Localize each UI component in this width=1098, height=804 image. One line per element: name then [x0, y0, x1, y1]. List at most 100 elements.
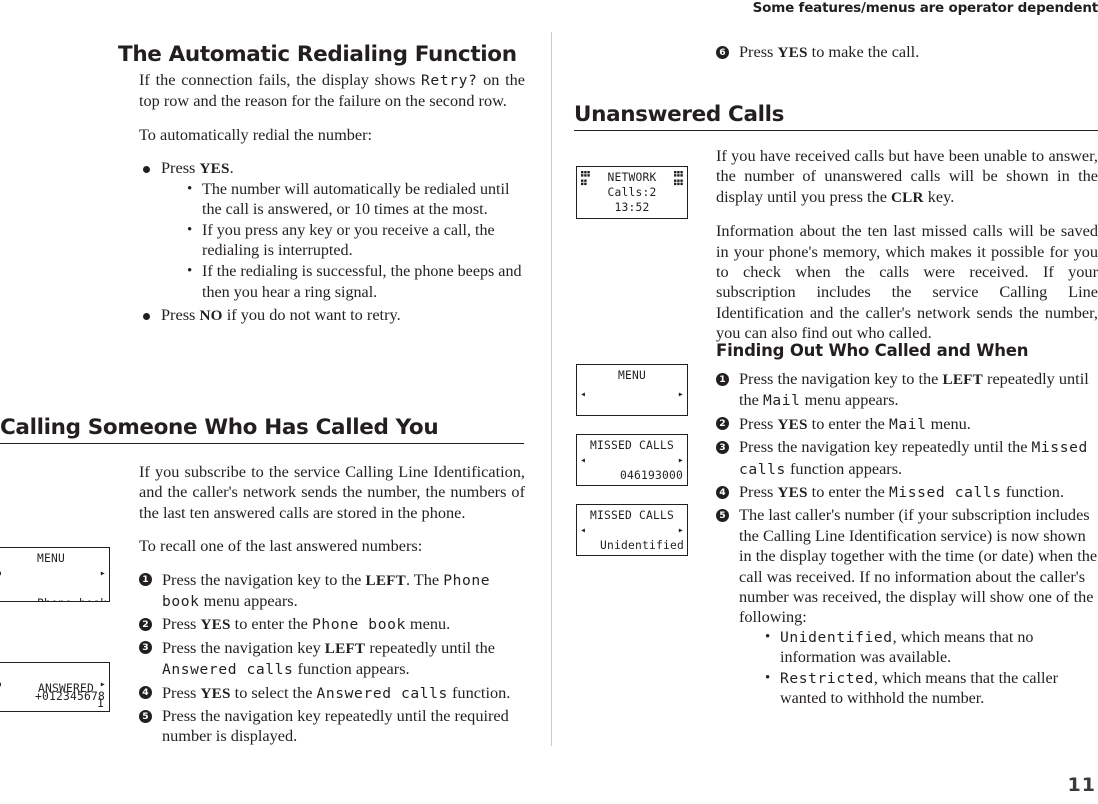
section-calling-someone-heading-wrap: Calling Someone Who Has Called You [0, 416, 524, 444]
numbered-step: 6 Press YES to make the call. [716, 42, 1098, 63]
text-fragment: menu appears. [800, 390, 899, 410]
key-label-clr: CLR [891, 188, 924, 206]
key-label: LEFT [324, 639, 366, 657]
arrow-right-icon: ▸ [677, 524, 684, 536]
text-fragment: Press the navigation key to the [739, 369, 943, 388]
lcd-inline-text: Mail [888, 415, 927, 433]
text-fragment: function. [447, 682, 511, 702]
text-fragment: key. [923, 186, 955, 206]
text-fragment: If the connection fails, the display sho… [139, 70, 422, 89]
key-label: LEFT [942, 371, 983, 388]
step-number-badge: 5 [716, 508, 729, 522]
display-line-text: Phone book [37, 597, 107, 601]
key-label: YES [777, 44, 808, 61]
text-fragment: Press the navigation key [162, 637, 325, 657]
display-arrow-row: ◂ ▸ [0, 680, 109, 690]
text-fragment: menu. [926, 413, 971, 433]
display-missed-calls-time: MISSED CALLS ◂ 13:25 ▸ 046193000 [576, 434, 688, 486]
display-line: Calls:2 [607, 186, 657, 199]
numbered-step: 5 Press the navigation key repeatedly unt… [139, 706, 525, 747]
step-sub-bullets: Unidentified, which means that no inform… [765, 627, 1098, 710]
section-calling-someone-body: If you subscribe to the service Calling … [139, 462, 525, 749]
list-item: Restricted, which means that the caller … [765, 668, 1098, 709]
text-fragment: Press [739, 42, 778, 61]
display-answered-calls: ANSWERED 1 ◂ ▸ +012345678 [0, 662, 110, 712]
key-label-yes: YES [199, 160, 230, 178]
step-number-badge: 4 [716, 485, 729, 499]
text-fragment: function appears. [293, 659, 410, 679]
text-fragment: Press [739, 482, 778, 502]
paragraph-unanswered-1: If you have received calls but have been… [716, 146, 1098, 208]
numbered-step: 5 The last caller's number (if your subsc… [716, 505, 1098, 709]
section-automatic-redialing-heading-wrap: The Automatic Redialing Function [118, 43, 524, 67]
step-six-list: 6 Press YES to make the call. [716, 42, 1098, 63]
step-number-badge: 1 [139, 573, 152, 587]
display-line: ◂ 14-07-97 ▸ [577, 523, 687, 555]
arrow-right-icon: ▸ [99, 567, 106, 579]
text-fragment: if you do not want to retry. [222, 304, 401, 324]
arrow-left-icon: ◂ [0, 568, 2, 579]
list-item: Press YES. The number will automatically… [139, 158, 525, 303]
redial-sub-bullets: The number will automatically be rediale… [187, 179, 525, 303]
key-label: YES [200, 684, 231, 702]
arrow-left-icon: ◂ [580, 388, 587, 400]
arrow-left-icon: ◂ [580, 454, 587, 466]
text-fragment: Press [161, 158, 200, 178]
list-item: If the redialing is successful, the phon… [187, 261, 525, 302]
text-fragment: . The [405, 569, 444, 589]
text-fragment: to enter the [230, 614, 312, 634]
display-line: ◂ 13:25 ▸ [577, 453, 687, 485]
numbered-step: 1 Press the navigation key to the LEFT. T… [139, 570, 525, 613]
paragraph-unanswered-2: Information about the ten last missed ca… [716, 221, 1098, 343]
lcd-inline-text: Phone book [311, 616, 406, 634]
display-missed-calls-unidentified: MISSED CALLS ◂ 14-07-97 ▸ Unidentified [576, 504, 688, 556]
arrow-left-icon: ◂ [580, 524, 587, 536]
heading-rule [0, 442, 524, 444]
text-fragment: menu. [405, 614, 451, 634]
text-fragment: to select the [230, 682, 317, 702]
key-label: YES [777, 415, 808, 433]
text-fragment: Press the navigation key to the [162, 569, 366, 589]
page-number: 11 [1067, 774, 1096, 796]
display-line: Unidentified [599, 539, 684, 552]
text-fragment: Press [161, 304, 200, 324]
section-unanswered-calls-heading-wrap: Unanswered Calls [574, 103, 1098, 131]
step-number-badge: 5 [139, 709, 152, 723]
paragraph-redial-intro: If the connection fails, the display sho… [139, 70, 525, 112]
list-item: The number will automatically be rediale… [187, 179, 525, 220]
step-number-badge: 4 [139, 686, 152, 700]
text-fragment: Press the navigation key repeatedly unti… [162, 706, 509, 746]
redial-bullet-list: Press YES. The number will automatically… [139, 158, 525, 326]
step-number-badge: 6 [716, 45, 729, 59]
section-automatic-redialing-body: If the connection fails, the display sho… [139, 70, 525, 327]
text-fragment: to enter the [807, 482, 889, 502]
key-label: YES [777, 484, 808, 502]
numbered-step: 4 Press YES to enter the Missed calls fun… [716, 482, 1098, 503]
page-title: The Automatic Redialing Function [118, 42, 517, 67]
manual-page: Some features/menus are operator depende… [0, 0, 1098, 804]
display-menu-phone-book: MENU ◂ Phone book ▸ [0, 547, 110, 602]
display-line: ◂ Mail ▸ [577, 387, 687, 402]
display-line: ◂ Phone book ▸ [0, 566, 109, 601]
text-fragment: to enter the [807, 413, 889, 433]
display-line: MISSED CALLS [589, 439, 674, 452]
display-line: ANSWERED 1 [0, 666, 109, 710]
text-fragment: . [229, 158, 234, 178]
step-six-wrap: 6 Press YES to make the call. [716, 42, 1098, 65]
paragraph-recall-lead: To recall one of the last answered numbe… [139, 536, 423, 556]
heading-rule [574, 129, 1098, 131]
display-network-standby: NETWORK Calls:2 13:52 [576, 166, 688, 219]
section-heading-calling-someone: Calling Someone Who Has Called You [0, 415, 439, 440]
arrow-right-icon: ▸ [677, 454, 684, 466]
display-line: MENU [36, 552, 65, 565]
step-number-badge: 2 [139, 617, 152, 631]
text-fragment: Press [162, 614, 201, 634]
text-fragment: repeatedly until the [365, 637, 495, 657]
display-line-text: 13:25 [636, 484, 671, 485]
column-divider [551, 32, 552, 746]
text-fragment: to make the call. [807, 42, 920, 61]
step-number-badge: 3 [139, 641, 152, 655]
key-label-no: NO [199, 306, 223, 324]
text-fragment: Press [162, 682, 201, 702]
list-item: Unidentified, which means that no inform… [765, 627, 1098, 668]
